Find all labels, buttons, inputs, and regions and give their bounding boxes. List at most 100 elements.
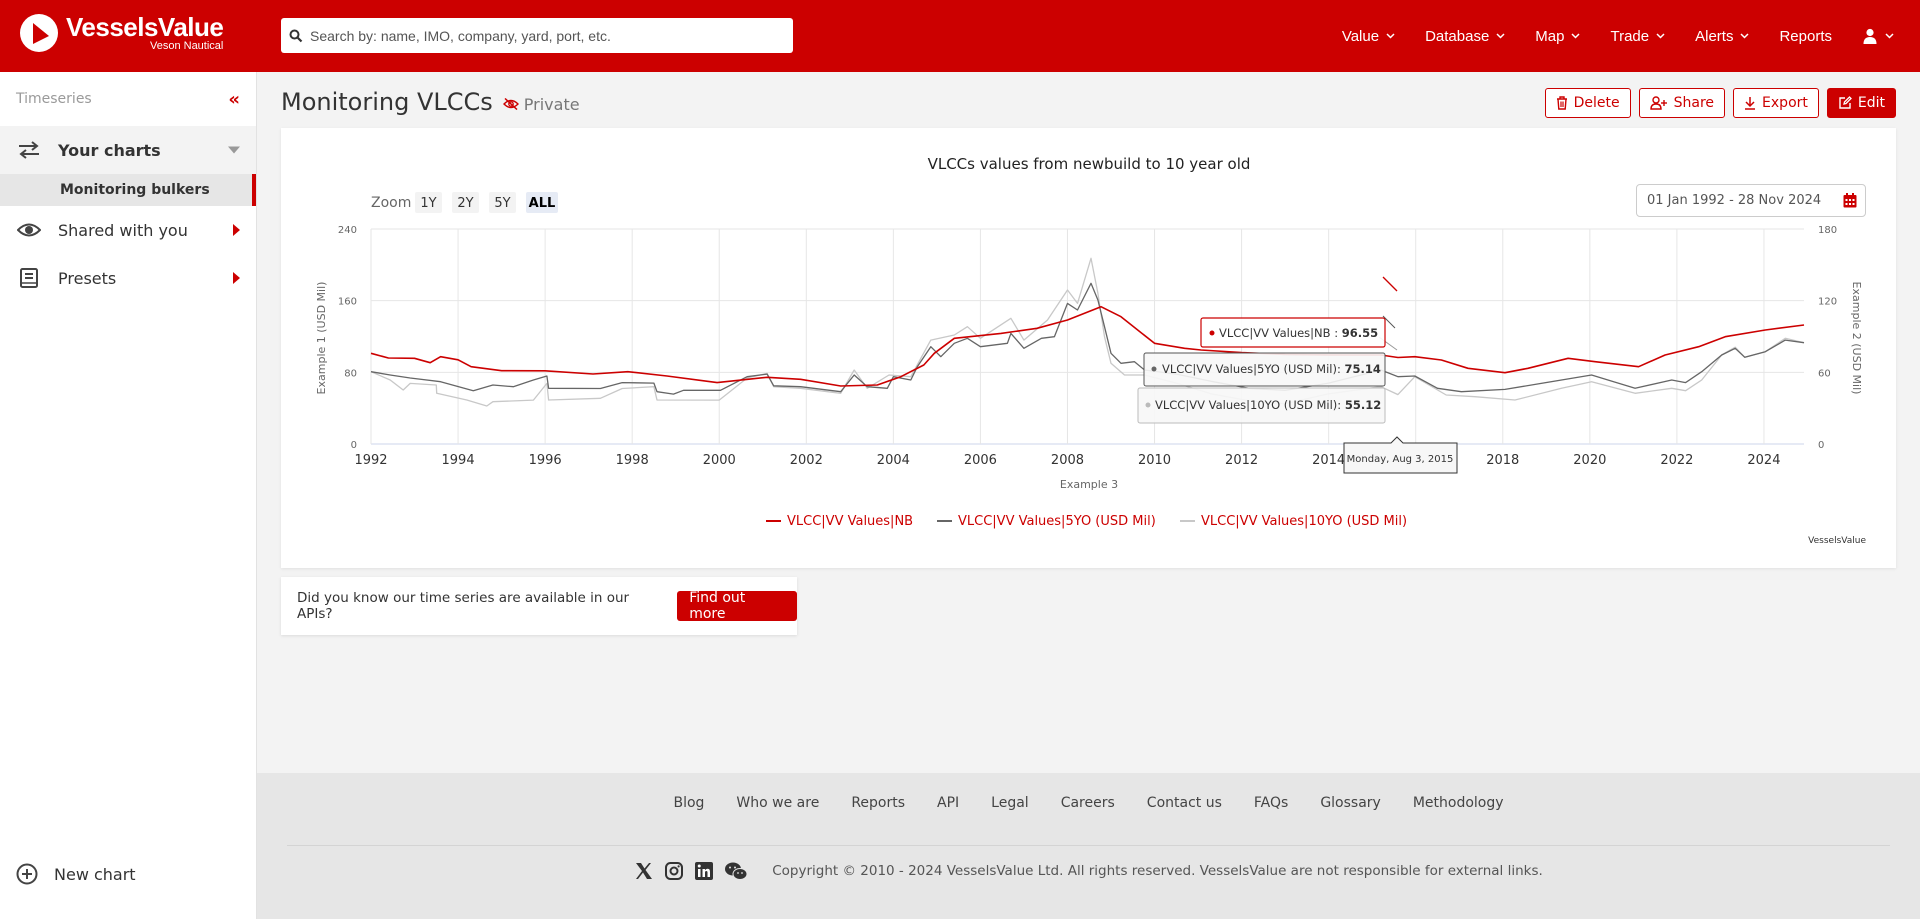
sidebar-item-shared-with-you[interactable]: Shared with you (0, 206, 256, 254)
y-axis-left: 0 80 160 240 (338, 225, 357, 451)
sidebar-chart-monitoring-bulkers[interactable]: Monitoring bulkers (0, 174, 256, 206)
main-nav: Value Database Map Trade Alerts Reports (1342, 0, 1920, 72)
x-axis-title: Example 3 (1060, 478, 1118, 491)
footer-link-blog[interactable]: Blog (673, 795, 704, 811)
caret-right-icon (233, 272, 240, 284)
sidebar-item-your-charts[interactable]: Your charts (0, 126, 256, 174)
sidebar-title: Timeseries (16, 91, 92, 107)
x-tick-label: 2012 (1225, 453, 1258, 468)
nav-value[interactable]: Value (1342, 28, 1395, 45)
footer-link-methodology[interactable]: Methodology (1413, 795, 1504, 811)
social-links (634, 861, 758, 881)
nav-value-label: Value (1341, 27, 1380, 45)
delete-button[interactable]: Delete (1544, 88, 1631, 118)
legend-item-10yo[interactable]: VLCC|VV Values|10YO (USD Mil) (1180, 514, 1407, 529)
legend-label: VLCC|VV Values|NB (787, 514, 913, 529)
sidebar-item-label: Shared with you (58, 220, 188, 240)
collapse-sidebar-icon[interactable]: « (228, 89, 240, 110)
tooltip-date: Monday, Aug 3, 2015 (1343, 436, 1458, 474)
x-tick-label: 1994 (442, 453, 475, 468)
nav-alerts-label: Alerts (1695, 27, 1734, 45)
export-button[interactable]: Export (1733, 88, 1819, 118)
zoom-5y-button[interactable]: 5Y (489, 192, 516, 213)
zoom-all-label: ALL (529, 196, 556, 211)
caret-down-icon (228, 146, 240, 154)
brand-logo[interactable]: VesselsValue Veson Nautical (20, 14, 224, 52)
footer-link-contact-us[interactable]: Contact us (1147, 795, 1222, 811)
x-axis: 1992 1994 1996 1998 2000 2002 2004 2006 2008 2010… (354, 453, 1780, 468)
find-out-more-button[interactable]: Find out more (677, 590, 797, 622)
chevron-down-icon (1885, 33, 1894, 39)
footer-link-reports[interactable]: Reports (851, 795, 905, 811)
y-tick-label: 160 (338, 297, 357, 308)
share-button[interactable]: Share (1638, 88, 1726, 118)
chevron-down-icon (1571, 33, 1581, 39)
y-tick-label: 0 (351, 440, 357, 451)
tooltip-date-label: Monday, Aug 3, 2015 (1347, 454, 1454, 465)
footer-link-api[interactable]: API (937, 795, 959, 811)
wechat-icon[interactable] (724, 861, 748, 881)
x-tick-label: 2024 (1747, 453, 1780, 468)
series-line-nb[interactable] (370, 305, 1805, 387)
new-chart-label: New chart (54, 864, 136, 884)
export-label: Export (1762, 95, 1808, 111)
top-navigation-bar: VesselsValue Veson Nautical Value Databa… (0, 0, 1920, 72)
zoom-all-button[interactable]: ALL (526, 192, 558, 213)
footer-link-glossary[interactable]: Glossary (1320, 795, 1381, 811)
sidebar-item-presets[interactable]: Presets (0, 254, 256, 302)
eye-icon (16, 219, 42, 241)
book-icon (16, 267, 42, 289)
footer: Blog Who we are Reports API Legal Career… (257, 773, 1920, 919)
instagram-icon[interactable] (664, 861, 684, 881)
zoom-1y-button[interactable]: 1Y (415, 192, 442, 213)
tooltip-nb: VLCC|VV Values|NB : 96.55 (1200, 317, 1386, 348)
visibility-badge: Private (502, 95, 580, 114)
legend-item-nb[interactable]: VLCC|VV Values|NB (766, 514, 913, 529)
linkedin-icon[interactable] (694, 861, 714, 881)
chart-title: VLCCs values from newbuild to 10 year ol… (928, 155, 1251, 173)
plus-circle-icon (16, 863, 38, 885)
new-chart-button[interactable]: New chart (16, 863, 136, 885)
nav-map[interactable]: Map (1535, 27, 1581, 45)
series-line-5yo[interactable] (370, 282, 1805, 395)
chart-grid (370, 228, 1804, 445)
nav-alerts[interactable]: Alerts (1695, 28, 1749, 45)
date-range-picker[interactable]: 01 Jan 1992 - 28 Nov 2024 (1636, 184, 1866, 217)
x-tick-label: 2006 (964, 453, 997, 468)
footer-link-legal[interactable]: Legal (991, 795, 1029, 811)
footer-links: Blog Who we are Reports API Legal Career… (257, 795, 1920, 811)
edit-icon (1839, 96, 1852, 109)
search-input[interactable] (310, 27, 793, 44)
nav-map-label: Map (1535, 27, 1565, 45)
zoom-2y-button[interactable]: 2Y (452, 192, 479, 213)
tooltip-nb-label: VLCC|VV Values|NB : (1219, 326, 1342, 340)
nav-trade[interactable]: Trade (1610, 28, 1665, 45)
footer-link-who-we-are[interactable]: Who we are (736, 795, 819, 811)
nav-database[interactable]: Database (1425, 28, 1505, 45)
add-user-icon (1649, 96, 1667, 110)
y-tick-label: 80 (344, 368, 357, 379)
search-bar[interactable] (281, 18, 793, 53)
x-icon[interactable] (634, 861, 654, 881)
x-tick-label: 1998 (616, 453, 649, 468)
nav-reports[interactable]: Reports (1779, 28, 1832, 45)
legend-item-5yo[interactable]: VLCC|VV Values|5YO (USD Mil) (937, 514, 1156, 529)
y-tick-label: 240 (338, 225, 357, 236)
delete-label: Delete (1573, 95, 1620, 111)
zoom-2y-label: 2Y (457, 196, 473, 211)
footer-link-careers[interactable]: Careers (1061, 795, 1115, 811)
user-menu[interactable] (1862, 28, 1894, 44)
svg-text:VLCC|VV Values|10YO (USD Mil):: VLCC|VV Values|10YO (USD Mil): 55.12 (1155, 398, 1381, 412)
footer-divider (287, 845, 1890, 846)
x-tick-label: 1996 (529, 453, 562, 468)
nav-database-label: Database (1425, 27, 1490, 45)
x-tick-label: 2020 (1573, 453, 1606, 468)
svg-text:VLCC|VV Values|5YO (USD Mil):: VLCC|VV Values|5YO (USD Mil): 75.14 (1162, 362, 1381, 376)
footer-link-faqs[interactable]: FAQs (1254, 795, 1288, 811)
share-label: Share (1673, 95, 1715, 111)
tooltip-5yo-label: VLCC|VV Values|5YO (USD Mil): (1162, 362, 1345, 376)
edit-button[interactable]: Edit (1826, 88, 1896, 118)
tooltip-10yo: VLCC|VV Values|10YO (USD Mil): 55.12 (1137, 387, 1386, 424)
swap-arrows-icon (16, 139, 42, 161)
series-line-10yo[interactable] (370, 257, 1805, 407)
